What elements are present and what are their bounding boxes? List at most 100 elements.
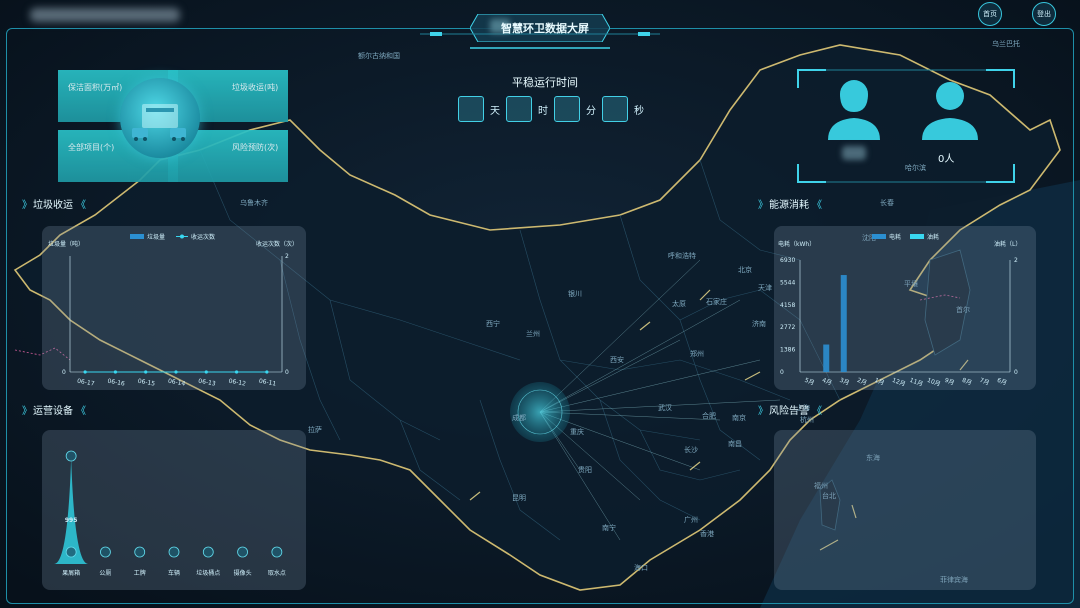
y-axis-label-right: 油耗（L） [994, 240, 1021, 248]
map-label: 银川 [568, 289, 582, 298]
x-tick: 车辆 [168, 569, 180, 577]
runtime-minutes-box [554, 96, 580, 122]
chevron-left-icon: 《 [76, 406, 86, 417]
map-label: 南京 [732, 413, 746, 422]
map-label: 兰州 [526, 329, 540, 338]
x-tick: 5月 [804, 377, 816, 387]
chengdu-pulse [510, 382, 570, 442]
chevron-right-icon: 》 [22, 406, 32, 417]
map-label: 贵阳 [578, 465, 592, 474]
chevron-left-icon: 《 [812, 200, 822, 211]
x-tick: 3月 [839, 377, 851, 387]
home-button[interactable]: 首页 [978, 2, 1002, 26]
legend-label-line: 收运次数 [191, 233, 215, 241]
map-label: 西安 [610, 355, 624, 364]
x-tick: 06-13 [198, 378, 217, 388]
equipment-peak-icon [65, 450, 77, 462]
chevron-right-icon: 》 [22, 200, 32, 211]
map-label: 合肥 [702, 411, 716, 420]
runtime-days-box [458, 96, 484, 122]
map-label: 太原 [672, 299, 686, 308]
y-tick-left: 4158 [780, 302, 795, 309]
clean-area-label: 保洁面积(万㎡) [68, 83, 123, 92]
map-label: 重庆 [570, 427, 584, 436]
map-label: 广州 [684, 515, 698, 524]
male-staff-icon [922, 82, 978, 140]
y-axis-label-left: 垃圾量（吨） [48, 240, 84, 248]
equipment-icon [202, 546, 214, 558]
chevron-right-icon: 》 [758, 406, 768, 417]
y-axis-label-left: 电耗（kWh） [778, 240, 815, 248]
x-tick: 公厕 [99, 570, 111, 577]
chevron-left-icon: 《 [76, 200, 86, 211]
y-tick-right: 0 [1014, 369, 1018, 376]
map-label: 济南 [752, 319, 766, 328]
bar-electricity [823, 344, 830, 372]
x-tick: 果屑箱 [62, 569, 80, 577]
x-tick: 8月 [961, 377, 973, 387]
equipment-section-title: 》 运营设备 《 [22, 402, 86, 417]
x-tick: 4月 [821, 377, 833, 387]
equipment-icon [168, 546, 180, 558]
y-tick-right: 0 [285, 369, 289, 376]
projects-label: 全部项目(个) [68, 143, 115, 152]
garbage-panel: 垃圾量（吨） 收运次数（次） 垃圾量 收运次数 0 0 2 06-17 06-16 06-15 06… [42, 226, 306, 390]
map-label: 石家庄 [706, 297, 727, 306]
runtime-hours-box [506, 96, 532, 122]
equipment-icon [100, 546, 111, 558]
x-tick: 10月 [926, 377, 941, 388]
map-label: 昆明 [512, 494, 526, 502]
runtime-days-unit: 天 [490, 105, 500, 117]
map-label: 拉萨 [308, 425, 322, 434]
map-label: 成都 [512, 413, 526, 422]
page-title: 智慧环卫数据大屏 [501, 22, 589, 35]
risk-prevention-label: 风险预防(次) [232, 143, 279, 152]
y-tick-right: 2 [1014, 257, 1018, 264]
map-label: 乌鲁木齐 [240, 198, 268, 207]
risk-alert-panel [774, 430, 1036, 590]
map-label: 长春 [880, 198, 894, 207]
garbage-label: 垃圾收运(吨) [232, 83, 279, 92]
female-staff-icon [828, 80, 880, 140]
x-tick: 垃圾桶点 [196, 569, 220, 577]
bar-electricity [840, 275, 847, 372]
y-tick-left: 5544 [780, 279, 795, 286]
chevron-left-icon: 《 [812, 406, 822, 417]
x-tick: 06-14 [167, 378, 186, 388]
logout-button[interactable]: 登出 [1032, 2, 1056, 26]
legend-label-oil: 油耗 [927, 233, 939, 241]
map-label: 长沙 [684, 445, 698, 454]
y-tick-right: 2 [285, 253, 289, 260]
y-tick-left: 0 [780, 369, 784, 376]
x-tick: 12月 [891, 377, 906, 388]
equipment-panel: 果屑箱 公厕 工牌 车辆 垃圾桶点 摄像头 取水点 995 [42, 430, 306, 590]
x-tick: 06-11 [258, 378, 277, 388]
map-label: 西宁 [486, 319, 500, 328]
x-tick: 取水点 [268, 569, 286, 577]
female-count-redacted [842, 146, 866, 160]
x-tick: 7月 [979, 377, 991, 387]
map-label: 武汉 [658, 403, 672, 412]
chevron-right-icon: 》 [758, 200, 768, 211]
energy-panel: 电耗（kWh） 油耗（L） 电耗 油耗 0 1386 2772 4158 5544 6930 0 2 5… [774, 226, 1036, 390]
map-label: 南昌 [728, 439, 742, 448]
x-tick: 06-16 [107, 378, 126, 388]
runtime-seconds-unit: 秒 [634, 105, 644, 117]
x-tick: 1月 [874, 377, 886, 387]
map-label: 北京 [738, 265, 752, 274]
equipment-chart: 果屑箱 公厕 工牌 车辆 垃圾桶点 摄像头 取水点 995 [54, 450, 294, 577]
y-tick-left: 2772 [780, 324, 795, 331]
data-label: 995 [65, 517, 78, 524]
legend-swatch-dot [180, 234, 184, 239]
org-name-redacted [30, 8, 180, 22]
map-label: 香港 [700, 529, 714, 538]
runtime-counter: 天 时 分 秒 [458, 96, 646, 122]
runtime-title: 平稳运行时间 [512, 76, 578, 89]
legend-swatch-oil [910, 234, 924, 239]
y-axis-label-right: 收运次数（次） [256, 240, 298, 248]
map-label: 郑州 [690, 350, 704, 358]
x-tick: 9月 [944, 377, 956, 387]
staff-panel [797, 69, 1015, 183]
map-label: 海口 [634, 563, 648, 572]
map-label: 天津 [758, 284, 772, 292]
